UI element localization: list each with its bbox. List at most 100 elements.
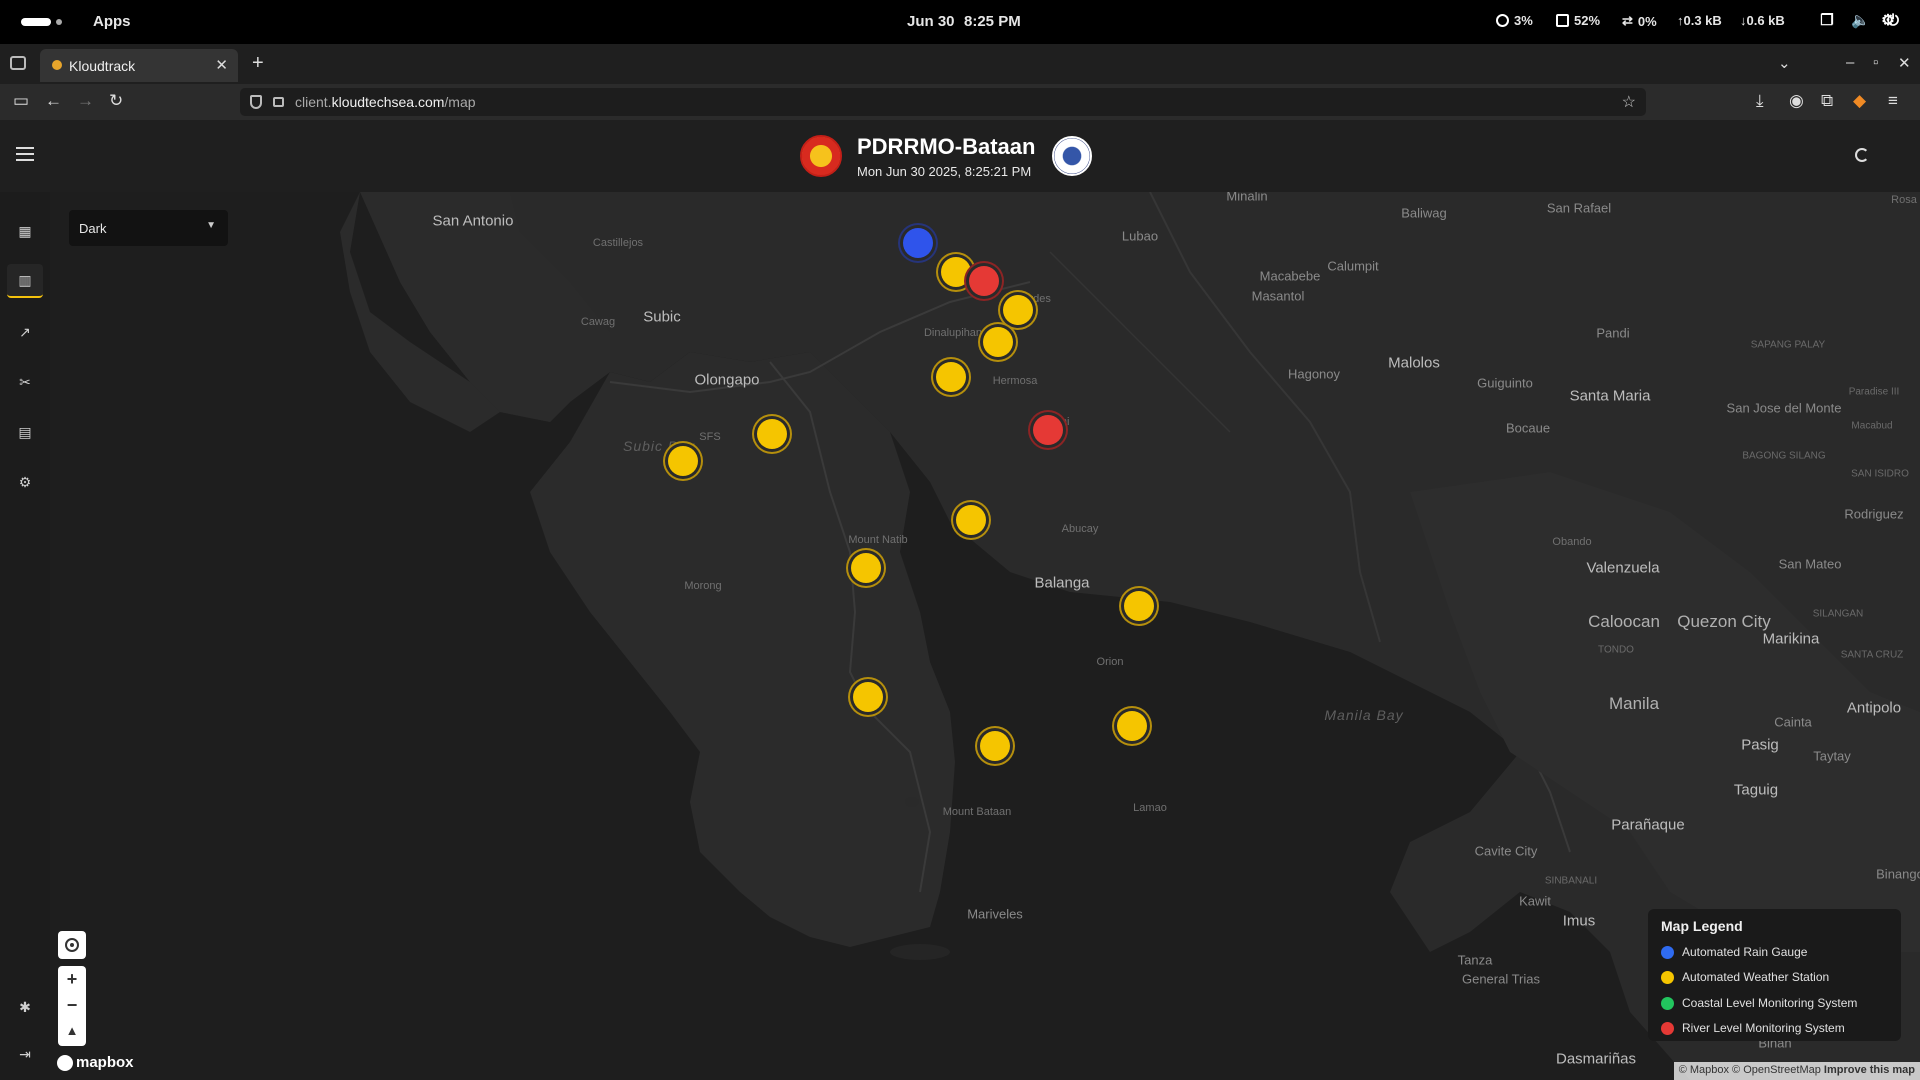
tab-overview-icon[interactable]: [10, 56, 26, 70]
shield-icon[interactable]: [250, 95, 262, 109]
weather-station-marker[interactable]: [936, 362, 966, 392]
logout-icon: ⇥: [19, 1045, 31, 1062]
extensions-icon[interactable]: ⧉: [1821, 91, 1833, 111]
os-top-bar: Apps Jun 30 8:25 PM 3% 52% ⇄ 0% ↑0.3 kB ↓…: [0, 0, 1920, 44]
map-attribution: © Mapbox © OpenStreetMap Improve this ma…: [1673, 1062, 1920, 1080]
legend-title: Map Legend: [1661, 918, 1743, 934]
memory-icon: [1556, 14, 1569, 27]
tab-list-icon[interactable]: ⌄: [1778, 54, 1791, 72]
map-icon: ▥: [18, 271, 32, 288]
tab-title: Kloudtrack: [69, 58, 136, 74]
forward-icon[interactable]: →: [77, 91, 94, 111]
memory-indicator[interactable]: 52%: [1556, 13, 1600, 28]
settings-icon: ⚙: [18, 473, 32, 490]
menu-icon[interactable]: [16, 147, 34, 161]
workspace-dot-icon[interactable]: [56, 19, 62, 25]
place-sapang-palay: SAPANG PALAY: [1750, 339, 1826, 351]
compass-button[interactable]: ▲: [58, 1018, 86, 1044]
power-icon[interactable]: ⏻: [1885, 13, 1901, 29]
sidebar-item-analytics[interactable]: ↗: [7, 315, 43, 349]
report-icon: ▤: [18, 423, 32, 440]
maximize-icon[interactable]: ▫: [1873, 54, 1878, 71]
map-style-select[interactable]: Dark ▼: [69, 210, 228, 246]
legend-dot-icon: [1661, 996, 1674, 1010]
weather-station-marker[interactable]: [757, 419, 787, 449]
geolocate-button[interactable]: [58, 931, 86, 959]
weather-station-marker[interactable]: [983, 327, 1013, 357]
windows-icon[interactable]: ❐: [1819, 13, 1835, 29]
place-sfs: SFS: [699, 431, 721, 443]
place-olongapo: Olongapo: [694, 371, 760, 389]
extension-badge-icon[interactable]: ◆: [1853, 91, 1866, 111]
rain-gauge-marker[interactable]: [903, 228, 933, 258]
url-text[interactable]: client.kloudtechsea.com/map: [295, 94, 476, 110]
weather-station-marker[interactable]: [980, 731, 1010, 761]
place-san-mateo: San Mateo: [1778, 556, 1842, 572]
sidebar-toggle-icon[interactable]: ▭: [13, 91, 29, 111]
mapbox-logo[interactable]: mapbox: [57, 1054, 134, 1071]
weather-station-marker[interactable]: [1117, 711, 1147, 741]
apps-menu[interactable]: Apps: [93, 13, 131, 30]
weather-station-marker[interactable]: [851, 553, 881, 583]
weather-station-marker[interactable]: [1124, 591, 1154, 621]
app-header: PDRRMO-Bataan Mon Jun 30 2025, 8:25:21 P…: [0, 120, 1920, 192]
net-up-indicator[interactable]: ↑0.3 kB: [1677, 13, 1722, 28]
place-macabud: Macabud: [1851, 420, 1893, 432]
volume-icon[interactable]: 🔈: [1851, 13, 1870, 29]
place-dinalupihan: Dinalupihan: [923, 327, 983, 339]
back-icon[interactable]: ←: [45, 91, 62, 111]
map-canvas[interactable]: San Antonio Castillejos Subic Cawag Olon…: [50, 192, 1920, 1080]
place-pasig: Pasig: [1741, 736, 1779, 754]
browser-menu-icon[interactable]: ≡: [1888, 91, 1898, 111]
swap-indicator[interactable]: ⇄ 0%: [1622, 13, 1657, 29]
net-down-indicator[interactable]: ↓0.6 kB: [1740, 13, 1785, 28]
zoom-in-button[interactable]: +: [58, 966, 86, 992]
cpu-indicator[interactable]: 3%: [1496, 13, 1533, 28]
sidebar-item-logout[interactable]: ⇥: [7, 1037, 43, 1071]
close-tab-icon[interactable]: ✕: [215, 56, 228, 74]
place-malolos: Malolos: [1388, 354, 1440, 372]
profile-icon[interactable]: ◉: [1789, 91, 1804, 111]
sidebar-item-reports[interactable]: ▤: [7, 415, 43, 449]
place-mariveles: Mariveles: [967, 906, 1023, 922]
theme-toggle-icon[interactable]: [1855, 148, 1869, 162]
place-minalin: Minalin: [1226, 192, 1268, 204]
sidebar-item-dashboard[interactable]: ▦: [7, 214, 43, 248]
zoom-out-button[interactable]: −: [58, 992, 86, 1018]
improve-map-link[interactable]: Improve this map: [1824, 1064, 1915, 1076]
weather-station-marker[interactable]: [941, 257, 971, 287]
close-window-icon[interactable]: ✕: [1898, 54, 1911, 72]
browser-tab-bar: Kloudtrack ✕ + ⌄ – ▫ ✕: [0, 44, 1920, 84]
pdrrmo-logo: [800, 135, 842, 177]
weather-station-marker[interactable]: [668, 446, 698, 476]
place-valenzuela: Valenzuela: [1586, 559, 1660, 577]
minimize-icon[interactable]: –: [1846, 54, 1854, 71]
sidebar-item-debug[interactable]: ✱: [7, 990, 43, 1024]
weather-station-marker[interactable]: [956, 505, 986, 535]
place-baliwag: Baliwag: [1401, 205, 1447, 221]
sidebar-item-tools[interactable]: ✂: [7, 365, 43, 399]
reload-icon[interactable]: ↻: [109, 91, 123, 111]
os-time[interactable]: 8:25 PM: [964, 13, 1021, 30]
river-level-marker[interactable]: [1033, 415, 1063, 445]
place-silangan: SILANGAN: [1812, 608, 1864, 620]
new-tab-icon[interactable]: +: [252, 52, 264, 75]
lock-icon[interactable]: [273, 97, 284, 107]
chevron-down-icon: ▼: [206, 220, 216, 231]
weather-station-marker[interactable]: [853, 682, 883, 712]
place-mount-bataan: Mount Bataan: [942, 806, 1012, 818]
place-morong: Morong: [684, 580, 722, 592]
sidebar-item-settings[interactable]: ⚙: [7, 465, 43, 499]
url-bar[interactable]: client.kloudtechsea.com/map ☆: [240, 88, 1646, 116]
weather-station-marker[interactable]: [1003, 295, 1033, 325]
place-caloocan: Caloocan: [1588, 612, 1660, 631]
place-manila: Manila: [1608, 694, 1660, 713]
tab-kloudtrack[interactable]: Kloudtrack ✕: [40, 49, 238, 82]
downloads-icon[interactable]: ⤓: [1756, 91, 1764, 111]
workspace-indicator-icon[interactable]: [21, 18, 51, 26]
place-castillejos: Castillejos: [592, 237, 644, 249]
sidebar-item-map[interactable]: ▥: [7, 264, 43, 298]
os-date[interactable]: Jun 30: [907, 13, 955, 30]
river-level-marker[interactable]: [969, 266, 999, 296]
bookmark-star-icon[interactable]: ☆: [1622, 92, 1636, 112]
